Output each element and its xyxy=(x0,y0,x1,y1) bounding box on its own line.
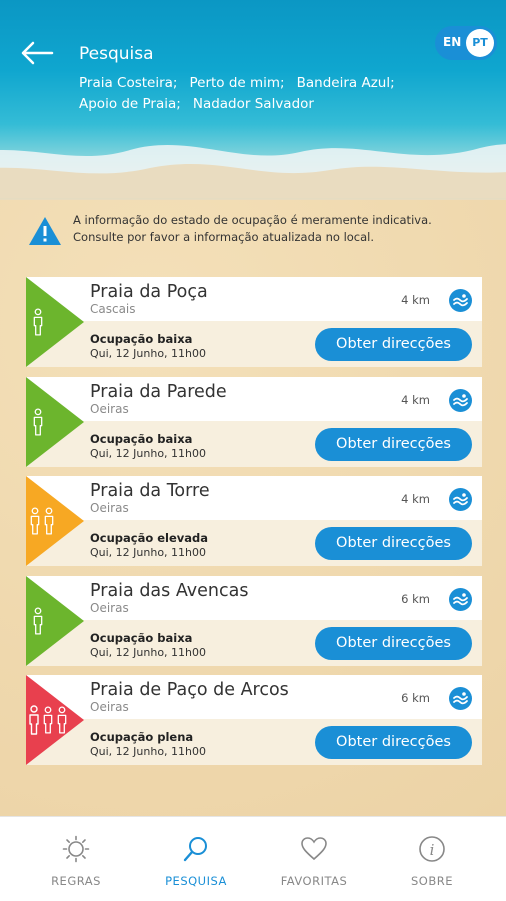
beach-town: Oeiras xyxy=(90,600,129,615)
nav-label: REGRAS xyxy=(51,874,101,888)
person-icon xyxy=(32,606,43,635)
active-filters: Praia Costeira; Perto de mim; Bandeira Azu… xyxy=(79,73,459,115)
get-directions-button[interactable]: Obter direcções xyxy=(315,328,472,361)
person-icon xyxy=(56,706,67,734)
beach-card[interactable]: Praia de Paço de Arcos Oeiras 6 km Ocupação… xyxy=(26,675,482,765)
occupancy-indicator xyxy=(26,376,84,467)
beach-distance: 6 km xyxy=(401,691,430,705)
notice-line: A informação do estado de ocupação é mer… xyxy=(73,213,432,227)
warning-icon xyxy=(29,217,61,245)
occupancy-date: Qui, 12 Junho, 11h00 xyxy=(90,546,207,559)
beach-distance: 4 km xyxy=(401,392,430,407)
person-icon xyxy=(42,706,53,734)
beach-name: Praia da Parede xyxy=(90,381,227,402)
beach-card[interactable]: Praia das Avencas Oeiras 6 km Ocupação baix… xyxy=(26,575,482,666)
occupancy-indicator xyxy=(26,675,84,765)
heart-icon xyxy=(301,837,327,861)
get-directions-button[interactable]: Obter direcções xyxy=(315,527,472,560)
sun-icon xyxy=(62,835,90,863)
occupancy-status: Ocupação baixa xyxy=(90,332,193,346)
lifeguard-swimmer-icon xyxy=(449,587,472,611)
beach-card[interactable]: Praia da Poça Cascais 4 km Ocupação baixa Qu… xyxy=(26,277,482,367)
beach-card[interactable]: Praia da Parede Oeiras 4 km Ocupação baixa Q… xyxy=(26,376,482,467)
occupancy-status: Ocupação plena xyxy=(90,730,194,744)
back-arrow-icon[interactable] xyxy=(18,38,56,68)
lifeguard-swimmer-icon xyxy=(449,289,472,312)
lifeguard-swimmer-icon xyxy=(449,388,472,412)
beach-town: Oeiras xyxy=(90,501,129,515)
occupancy-indicator xyxy=(26,575,84,666)
person-icon xyxy=(32,308,43,336)
beach-name: Praia das Avencas xyxy=(90,580,249,601)
beach-card[interactable]: Praia da Torre Oeiras 4 km Ocupação elevada… xyxy=(26,476,482,566)
notice-line: Consulte por favor a informação atualiza… xyxy=(73,230,375,244)
filter-tag: Nadador Salvador xyxy=(192,96,314,112)
beach-list: Praia da Poça Cascais 4 km Ocupação baixa Qu… xyxy=(26,277,482,775)
filter-tag: Bandeira Azul; xyxy=(296,75,395,91)
occupancy-status: Ocupação baixa xyxy=(90,630,193,645)
nav-pesquisa[interactable]: PESQUISA xyxy=(133,817,259,901)
occupancy-date: Qui, 12 Junho, 11h00 xyxy=(90,745,207,758)
nav-regras[interactable]: REGRAS xyxy=(13,817,139,901)
filter-tag: Apoio de Praia; xyxy=(79,96,181,112)
beach-town: Oeiras xyxy=(90,401,129,416)
search-icon xyxy=(183,837,207,862)
beach-name: Praia de Paço de Arcos xyxy=(90,680,289,700)
nav-favoritas[interactable]: FAVORITAS xyxy=(251,817,377,901)
occupancy-date: Qui, 12 Junho, 11h00 xyxy=(90,645,207,659)
get-directions-button[interactable]: Obter direcções xyxy=(315,427,472,461)
lifeguard-swimmer-icon xyxy=(449,687,472,710)
beach-distance: 4 km xyxy=(401,492,430,506)
bottom-nav: REGRAS PESQUISA FAVORITAS i SOBRE xyxy=(0,816,506,901)
occupancy-status: Ocupação baixa xyxy=(90,431,193,446)
beach-name: Praia da Poça xyxy=(90,282,208,302)
person-icon xyxy=(28,705,40,735)
get-directions-button[interactable]: Obter direcções xyxy=(315,626,472,660)
lang-pt-option[interactable]: PT xyxy=(466,29,494,57)
person-icon xyxy=(32,407,43,436)
filter-tag: Praia Costeira; xyxy=(79,75,178,91)
get-directions-button[interactable]: Obter direcções xyxy=(315,726,472,759)
beach-name: Praia da Torre xyxy=(90,481,210,501)
person-icon xyxy=(43,507,54,535)
person-icon xyxy=(29,507,40,535)
lifeguard-swimmer-icon xyxy=(449,488,472,511)
beach-town: Oeiras xyxy=(90,700,129,714)
occupancy-indicator xyxy=(26,476,84,566)
nav-label: PESQUISA xyxy=(165,874,227,888)
filter-tag: Perto de mim; xyxy=(189,75,285,91)
header: Pesquisa Praia Costeira; Perto de mim; Ban… xyxy=(0,0,506,200)
occupancy-date: Qui, 12 Junho, 11h00 xyxy=(90,446,207,460)
page-title: Pesquisa xyxy=(79,44,154,64)
beach-town: Cascais xyxy=(90,302,136,316)
occupancy-date: Qui, 12 Junho, 11h00 xyxy=(90,347,207,360)
occupancy-status: Ocupação elevada xyxy=(90,531,209,545)
occupancy-indicator xyxy=(26,277,84,367)
sea-foam-decoration xyxy=(0,144,506,198)
nav-label: SOBRE xyxy=(411,874,453,888)
nav-label: FAVORITAS xyxy=(280,874,348,888)
info-icon: i xyxy=(419,836,445,862)
language-toggle[interactable]: EN PT xyxy=(435,26,497,60)
nav-sobre[interactable]: i SOBRE xyxy=(369,817,495,901)
svg-text:i: i xyxy=(430,841,435,859)
notice-text: A informação do estado de ocupação é mer… xyxy=(73,212,493,246)
lang-en-option[interactable]: EN xyxy=(443,35,461,49)
beach-distance: 6 km xyxy=(401,591,430,606)
beach-distance: 4 km xyxy=(401,293,430,307)
